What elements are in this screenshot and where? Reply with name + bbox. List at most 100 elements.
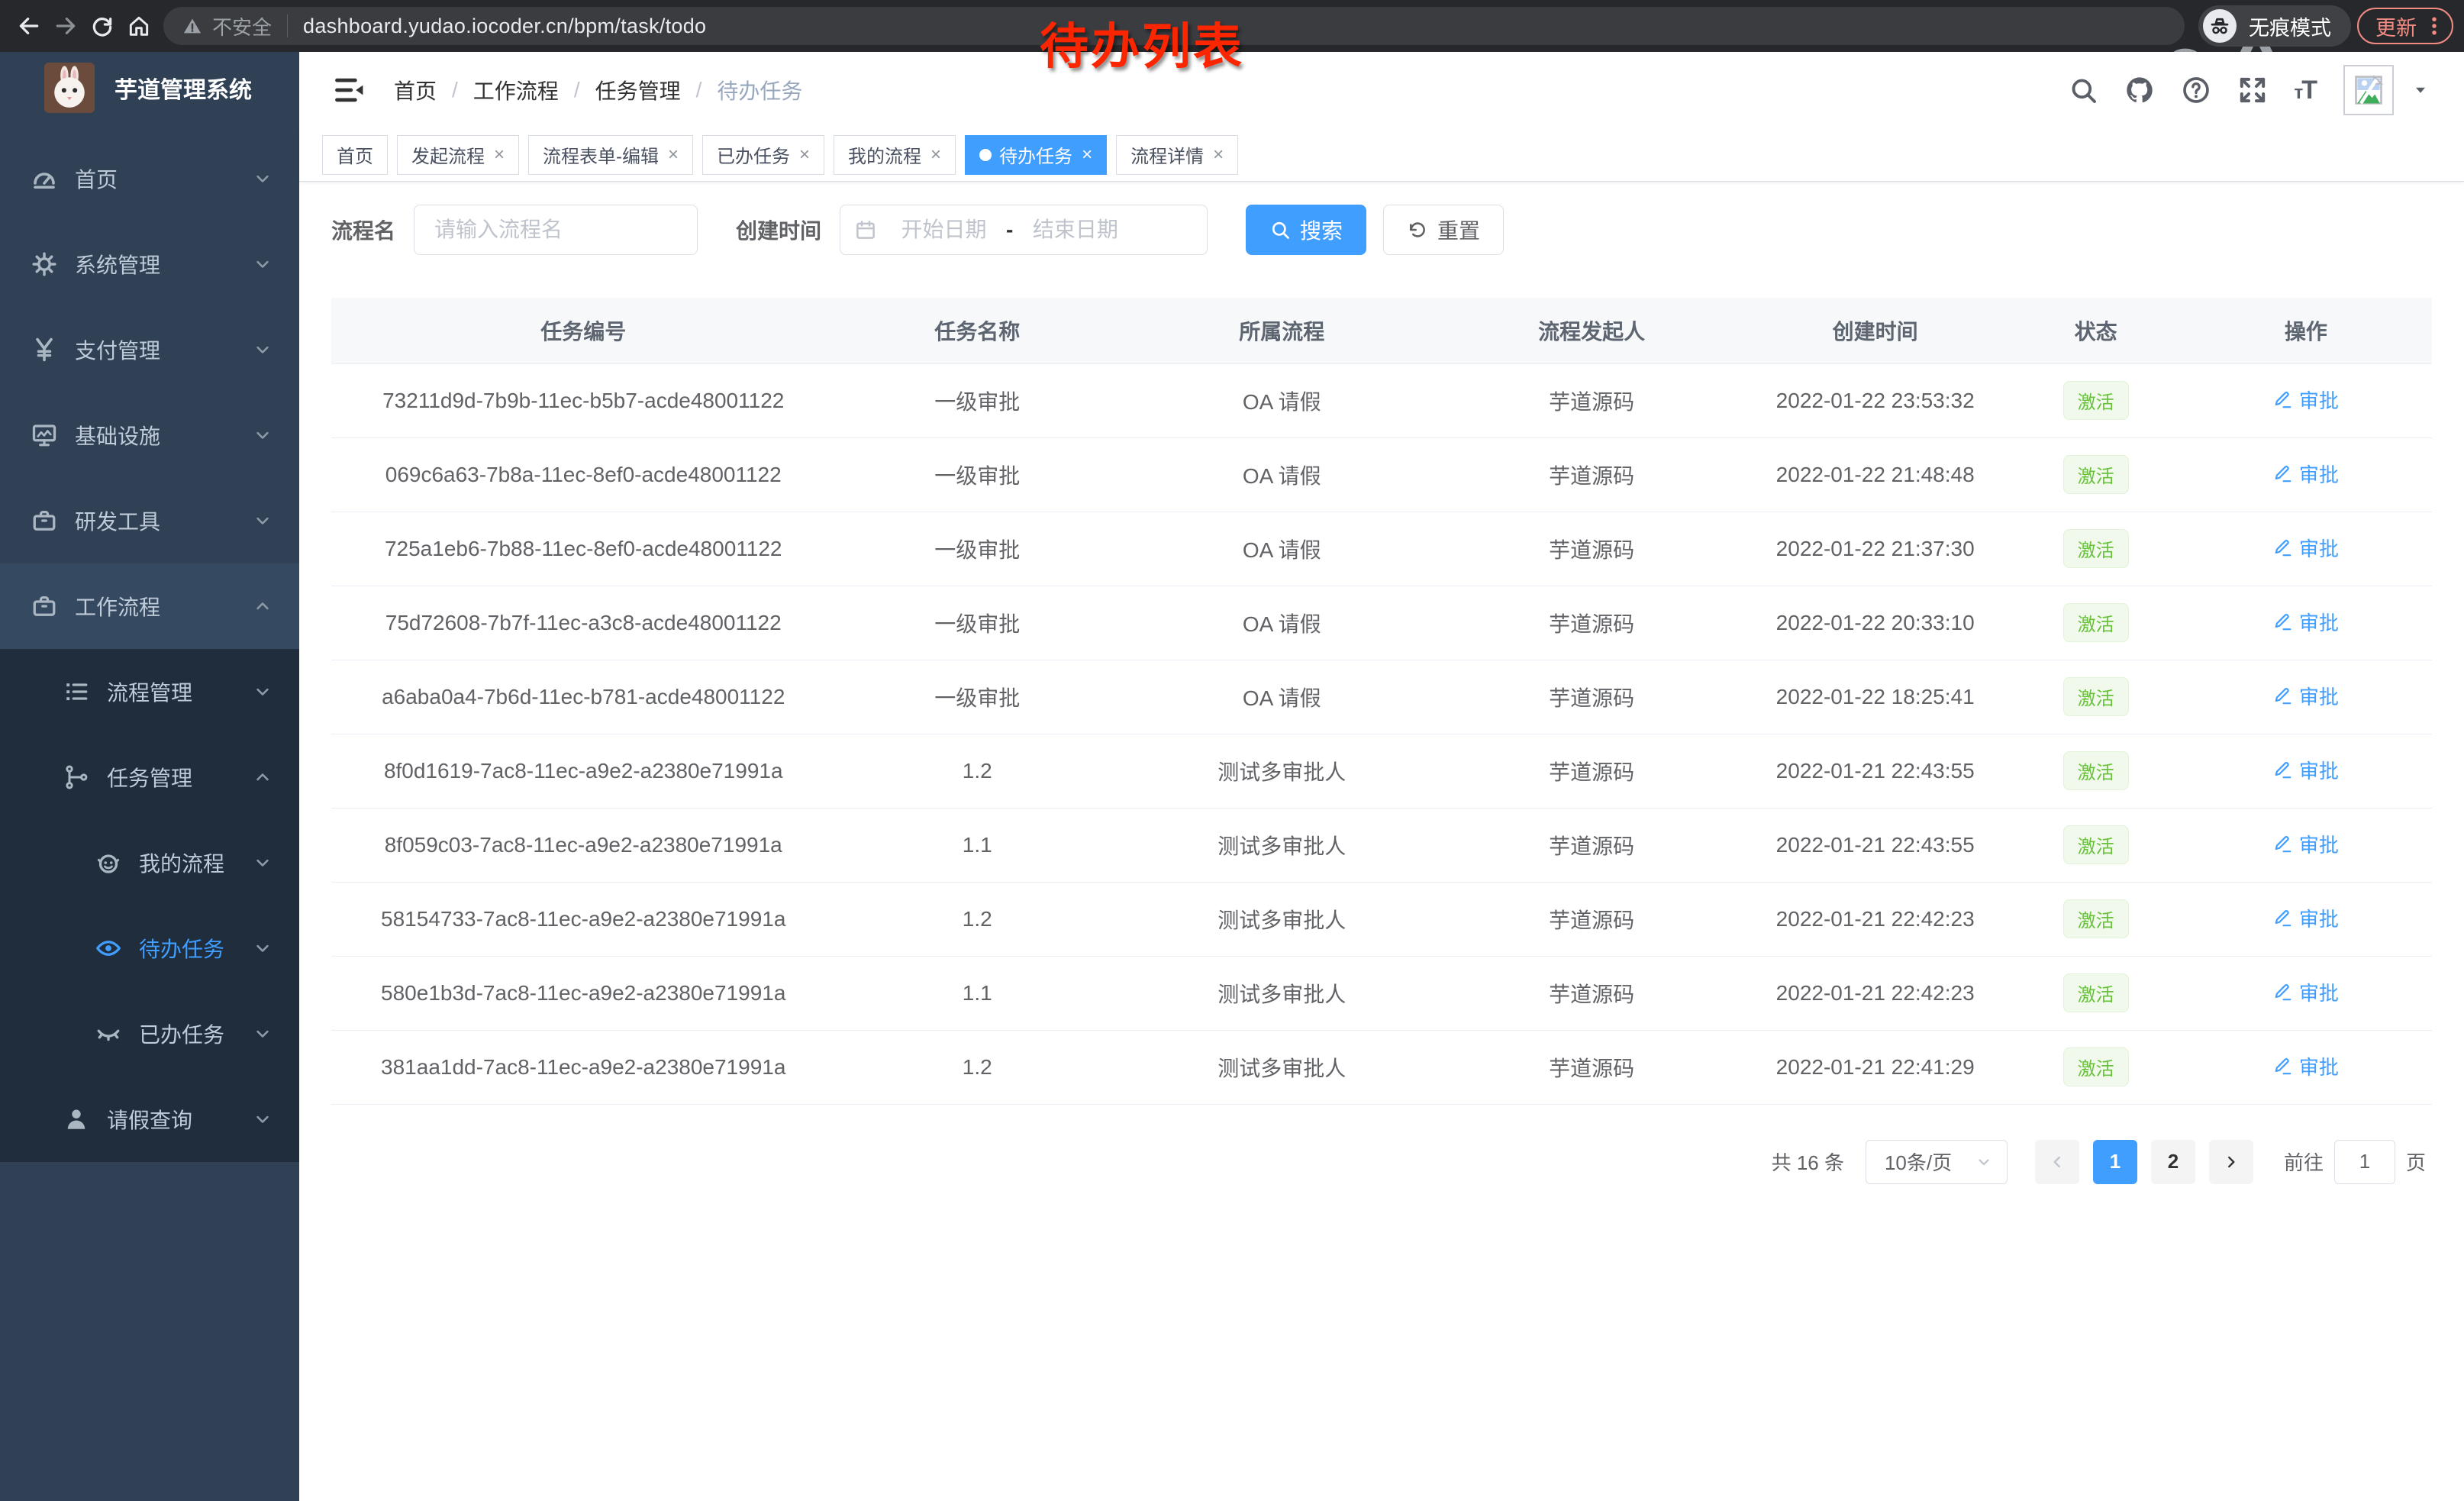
sidebar-item[interactable]: 研发工具: [0, 478, 299, 563]
close-icon[interactable]: ×: [1213, 144, 1224, 166]
sidebar-item[interactable]: 工作流程: [0, 563, 299, 649]
menu-icon: [31, 250, 58, 278]
goto-page-input[interactable]: [2334, 1140, 2395, 1184]
tab[interactable]: 待办任务 ×: [965, 135, 1107, 175]
sidebar-item[interactable]: 流程管理: [0, 649, 299, 734]
column-header: 创建时间: [1739, 298, 2012, 363]
chevron-icon: [252, 681, 273, 702]
table-header-row: 任务编号任务名称所属流程流程发起人创建时间状态操作: [331, 298, 2432, 363]
approve-link[interactable]: 审批: [2273, 682, 2339, 710]
table-row: 8f059c03-7ac8-11ec-a9e2-a2380e71991a 1.1…: [331, 808, 2432, 882]
tab[interactable]: 发起流程 ×: [397, 135, 519, 175]
chevron-icon: [252, 339, 273, 360]
tab[interactable]: 流程表单-编辑 ×: [528, 135, 693, 175]
sidebar-item[interactable]: 系统管理: [0, 221, 299, 307]
help-icon[interactable]: [2181, 75, 2211, 105]
user-menu-caret-icon[interactable]: [2411, 80, 2430, 100]
status-badge: 激活: [2063, 899, 2129, 938]
tab-label: 流程详情: [1130, 141, 1204, 168]
browser-update-button[interactable]: 更新: [2357, 8, 2453, 44]
github-icon[interactable]: [2124, 75, 2155, 105]
process-name-input[interactable]: [414, 205, 698, 255]
sidebar-item[interactable]: 支付管理: [0, 307, 299, 392]
page-number-button[interactable]: 2: [2151, 1140, 2195, 1184]
browser-back-button[interactable]: [11, 8, 47, 44]
starter-cell: 芋道源码: [1445, 437, 1739, 512]
task-name-cell: 一级审批: [835, 586, 1119, 660]
end-date-input[interactable]: [1016, 217, 1134, 243]
menu-icon: [63, 678, 90, 705]
close-icon[interactable]: ×: [494, 144, 505, 166]
process-cell: 测试多审批人: [1119, 734, 1445, 808]
tab[interactable]: 流程详情 ×: [1116, 135, 1238, 175]
sidebar-item[interactable]: 我的流程: [0, 820, 299, 905]
sidebar-item[interactable]: 基础设施: [0, 392, 299, 478]
approve-link[interactable]: 审批: [2273, 534, 2339, 562]
url-text[interactable]: dashboard.yudao.iocoder.cn/bpm/task/todo: [303, 15, 706, 38]
close-icon[interactable]: ×: [668, 144, 679, 166]
approve-link[interactable]: 审批: [2273, 830, 2339, 858]
start-date-input[interactable]: [885, 217, 1003, 243]
approve-link[interactable]: 审批: [2273, 756, 2339, 784]
close-icon[interactable]: ×: [799, 144, 810, 166]
task-name-cell: 1.2: [835, 1030, 1119, 1104]
sidebar-item[interactable]: 首页: [0, 136, 299, 221]
create-time-cell: 2022-01-21 22:43:55: [1739, 808, 2012, 882]
approve-link[interactable]: 审批: [2273, 608, 2339, 636]
approve-link[interactable]: 审批: [2273, 904, 2339, 932]
close-icon[interactable]: ×: [930, 144, 941, 166]
password-key-icon[interactable]: [2095, 14, 2119, 38]
sidebar-item-label: 任务管理: [107, 762, 192, 792]
status-badge: 激活: [2063, 455, 2129, 494]
task-id-cell: 75d72608-7b7f-11ec-a3c8-acde48001122: [331, 586, 835, 660]
browser-reload-button[interactable]: [84, 8, 121, 44]
bookmark-star-icon[interactable]: [2142, 14, 2166, 38]
close-icon[interactable]: ×: [1082, 144, 1092, 166]
incognito-icon: [2203, 9, 2237, 43]
approve-link[interactable]: 审批: [2273, 978, 2339, 1006]
pen-icon: [2273, 909, 2293, 928]
sidebar-item-label: 流程管理: [107, 676, 192, 707]
tab[interactable]: 已办任务 ×: [702, 135, 824, 175]
sidebar-toggle-icon[interactable]: [333, 73, 366, 107]
sidebar-item-label: 工作流程: [75, 591, 160, 621]
security-label[interactable]: 不安全: [212, 12, 272, 40]
prev-page-button[interactable]: [2035, 1140, 2079, 1184]
fullscreen-icon[interactable]: [2237, 75, 2268, 105]
reset-button[interactable]: 重置: [1383, 205, 1504, 255]
page-size-select[interactable]: 10条/页: [1866, 1140, 2008, 1184]
starter-cell: 芋道源码: [1445, 734, 1739, 808]
sidebar-item[interactable]: 任务管理: [0, 734, 299, 820]
tab[interactable]: 我的流程 ×: [834, 135, 956, 175]
status-badge: 激活: [2063, 603, 2129, 642]
process-cell: 测试多审批人: [1119, 1030, 1445, 1104]
user-avatar[interactable]: [2343, 65, 2394, 115]
table-row: 069c6a63-7b8a-11ec-8ef0-acde48001122 一级审…: [331, 437, 2432, 512]
browser-menu-icon[interactable]: [2423, 15, 2446, 37]
sidebar-item[interactable]: 请假查询: [0, 1077, 299, 1162]
sidebar-item[interactable]: 已办任务: [0, 991, 299, 1077]
date-range-picker[interactable]: -: [840, 205, 1208, 255]
approve-link[interactable]: 审批: [2273, 1052, 2339, 1080]
sidebar-item-label: 我的流程: [139, 847, 224, 878]
address-bar[interactable]: 不安全 dashboard.yudao.iocoder.cn/bpm/task/…: [163, 7, 2185, 45]
search-icon[interactable]: [2068, 75, 2098, 105]
approve-link[interactable]: 审批: [2273, 460, 2339, 488]
next-page-button[interactable]: [2209, 1140, 2253, 1184]
page-number-button[interactable]: 1: [2093, 1140, 2137, 1184]
create-time-cell: 2022-01-22 18:25:41: [1739, 660, 2012, 734]
browser-forward-button[interactable]: [47, 8, 84, 44]
font-size-icon[interactable]: тT: [2294, 76, 2316, 105]
browser-home-button[interactable]: [121, 8, 157, 44]
pen-icon: [2273, 464, 2293, 484]
chevron-icon: [252, 852, 273, 873]
pen-icon: [2273, 1057, 2293, 1077]
tab[interactable]: 首页 ×: [322, 135, 388, 175]
calendar-icon: [854, 218, 877, 241]
sidebar-item[interactable]: 待办任务: [0, 905, 299, 991]
logo-avatar: [44, 63, 95, 113]
table-row: 8f0d1619-7ac8-11ec-a9e2-a2380e71991a 1.2…: [331, 734, 2432, 808]
search-button[interactable]: 搜索: [1246, 205, 1366, 255]
approve-link[interactable]: 审批: [2273, 386, 2339, 414]
sidebar-item-label: 请假查询: [107, 1104, 192, 1135]
